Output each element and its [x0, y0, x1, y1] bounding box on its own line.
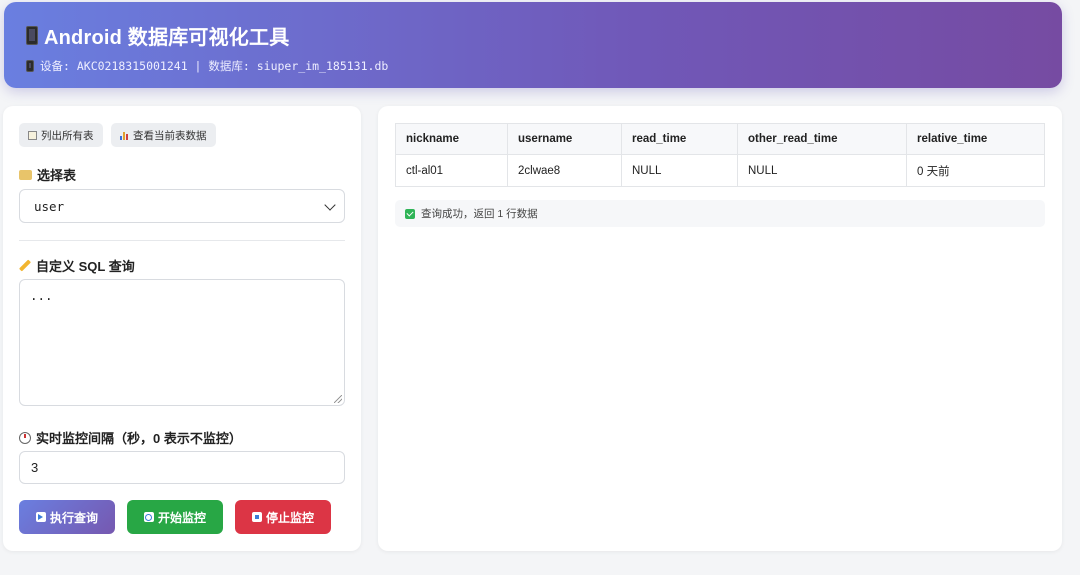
phone-icon [26, 60, 34, 72]
list-tables-label: 列出所有表 [41, 129, 94, 142]
timer-icon [19, 431, 31, 444]
table-icon [28, 130, 37, 140]
table-cell: 0 天前 [906, 154, 1045, 187]
start-monitor-button[interactable]: 开始监控 [127, 500, 223, 534]
device-info: 设备: AKC0218315001241 | 数据库: siuper_im_18… [26, 58, 388, 74]
table-cell: 2clwae8 [507, 154, 622, 187]
custom-sql-heading: 自定义 SQL 查询 [19, 256, 135, 275]
resize-handle[interactable] [334, 395, 342, 403]
table-cell: ctl-al01 [395, 154, 508, 187]
monitor-interval-label: 实时监控间隔（秒，0 表示不监控） [36, 431, 242, 446]
play-icon [35, 512, 46, 522]
chart-icon [120, 131, 129, 140]
column-header[interactable]: username [507, 123, 622, 155]
column-header[interactable]: relative_time [906, 123, 1045, 155]
check-icon [405, 208, 415, 219]
monitor-interval-heading: 实时监控间隔（秒，0 表示不监控） [19, 428, 242, 447]
sql-textarea[interactable]: ... [19, 279, 345, 406]
app-title-text: Android 数据库可视化工具 [44, 27, 290, 49]
divider [19, 240, 345, 241]
phone-icon [26, 26, 38, 45]
pencil-icon [19, 260, 31, 272]
select-table-label: 选择表 [37, 168, 77, 183]
results-panel: nickname username read_time other_read_t… [378, 106, 1062, 551]
table-row[interactable]: ctl-al01 2clwae8 NULL NULL 0 天前 [395, 154, 1045, 187]
table-select[interactable]: user [19, 189, 345, 223]
view-table-data-button[interactable]: 查看当前表数据 [111, 123, 216, 147]
execute-query-label: 执行查询 [49, 510, 98, 525]
custom-sql-label: 自定义 SQL 查询 [36, 259, 135, 274]
start-monitor-label: 开始监控 [157, 510, 206, 525]
column-header[interactable]: nickname [395, 123, 508, 155]
app-header: Android 数据库可视化工具 设备: AKC0218315001241 | … [4, 2, 1062, 88]
monitor-interval-value: 3 [31, 460, 39, 475]
table-select-value: user [34, 198, 65, 214]
status-text: 查询成功，返回 1 行数据 [421, 208, 538, 220]
chevron-down-icon [324, 199, 336, 211]
table-cell: NULL [621, 154, 738, 187]
folder-icon [19, 169, 32, 180]
execute-query-button[interactable]: 执行查询 [19, 500, 115, 534]
device-info-text: 设备: AKC0218315001241 | 数据库: siuper_im_18… [40, 59, 389, 73]
select-table-heading: 选择表 [19, 165, 76, 184]
view-table-label: 查看当前表数据 [133, 129, 207, 142]
refresh-icon [143, 512, 154, 522]
stop-icon [251, 512, 262, 522]
table-cell: NULL [737, 154, 907, 187]
query-panel: 列出所有表 查看当前表数据 选择表 user 自定义 SQL 查询 ... 实时… [3, 106, 361, 551]
status-message: 查询成功，返回 1 行数据 [395, 200, 1045, 227]
sql-textarea-value: ... [30, 288, 53, 303]
column-header[interactable]: other_read_time [737, 123, 907, 155]
results-table: nickname username read_time other_read_t… [395, 123, 1045, 187]
column-header[interactable]: read_time [621, 123, 738, 155]
monitor-interval-input[interactable]: 3 [19, 451, 345, 484]
stop-monitor-button[interactable]: 停止监控 [235, 500, 331, 534]
stop-monitor-label: 停止监控 [265, 510, 314, 525]
table-header-row: nickname username read_time other_read_t… [395, 123, 1045, 155]
app-title: Android 数据库可视化工具 [26, 21, 289, 50]
list-tables-button[interactable]: 列出所有表 [19, 123, 103, 147]
